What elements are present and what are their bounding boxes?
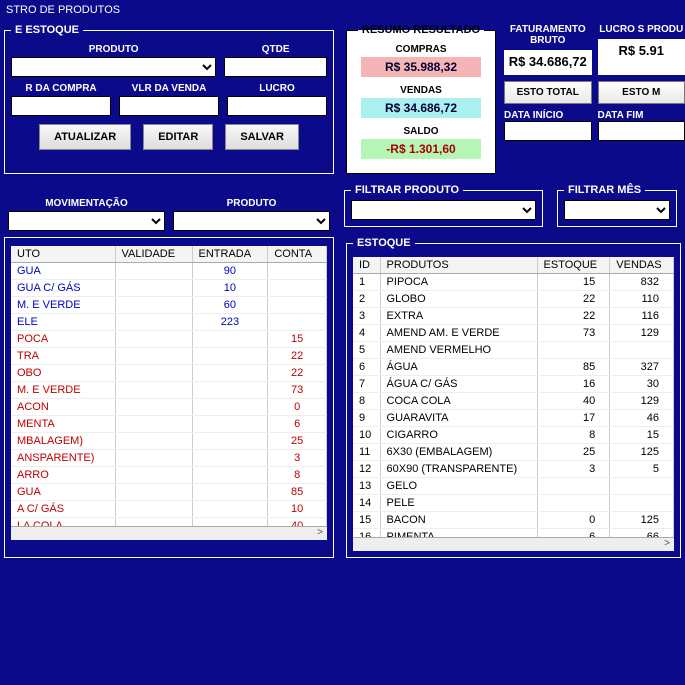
table-row[interactable]: GUA90 (11, 263, 327, 280)
table-row[interactable]: 116X30 (EMBALAGEM)25125 (353, 444, 674, 461)
estoque-table-legend: ESTOQUE (353, 237, 415, 249)
data-inicio-label: DATA INÍCIO (504, 110, 592, 121)
qtde-input[interactable] (224, 57, 327, 77)
esto-m-button[interactable]: ESTO M (598, 81, 685, 104)
estoque-legend: E ESTOQUE (11, 24, 83, 36)
compras-table: UTOVALIDADEENTRADACONTA GUA90GUA C/ GÁS1… (11, 246, 327, 526)
produto-label: PRODUTO (89, 44, 139, 55)
table-row[interactable]: 6ÁGUA85327 (353, 359, 674, 376)
mov-select[interactable] (8, 211, 165, 231)
table-header[interactable]: VENDAS (610, 257, 674, 274)
filtrar-produto-select[interactable] (351, 200, 536, 220)
data-inicio-input[interactable] (504, 121, 592, 141)
table-row[interactable]: ELE223 (11, 314, 327, 331)
table-row[interactable]: M. E VERDE73 (11, 382, 327, 399)
table-row[interactable]: 4AMEND AM. E VERDE73129 (353, 325, 674, 342)
table-row[interactable]: 2GLOBO22110 (353, 291, 674, 308)
compras-value: R$ 35.988,32 (361, 57, 481, 77)
saldo-label: SALDO (353, 126, 489, 137)
resumo-fieldset: RESUMO RESULTADO COMPRAS R$ 35.988,32 VE… (346, 24, 496, 174)
table-row[interactable]: GUA C/ GÁS10 (11, 280, 327, 297)
vendas-value: R$ 34.686,72 (361, 98, 481, 118)
filtrar-mes-select[interactable] (564, 200, 670, 220)
produto-select[interactable] (11, 57, 216, 77)
resumo-legend: RESUMO RESULTADO (358, 24, 484, 36)
venda-label: VLR DA VENDA (132, 83, 207, 94)
stats-panel: FATURAMENTO BRUTO R$ 34.686,72 LUCRO S P… (504, 20, 685, 178)
data-fim-input[interactable] (598, 121, 685, 141)
compras-label: COMPRAS (353, 44, 489, 55)
table-row[interactable]: 7ÁGUA C/ GÁS1630 (353, 376, 674, 393)
table-row[interactable]: 10CIGARRO815 (353, 427, 674, 444)
data-fim-label: DATA FIM (598, 110, 685, 121)
salvar-button[interactable]: SALVAR (225, 124, 299, 150)
saldo-value: -R$ 1.301,60 (361, 139, 481, 159)
table-row[interactable]: 9GUARAVITA1746 (353, 410, 674, 427)
esto-total-button[interactable]: ESTO TOTAL (504, 81, 592, 104)
table-row[interactable]: ARRO8 (11, 467, 327, 484)
table-row[interactable]: 8COCA COLA40129 (353, 393, 674, 410)
table-header[interactable]: CONTA (268, 246, 327, 263)
table-header[interactable]: PRODUTOS (380, 257, 537, 274)
venda-input[interactable] (119, 96, 219, 116)
compras-table-wrap[interactable]: UTOVALIDADEENTRADACONTA GUA90GUA C/ GÁS1… (11, 246, 327, 526)
table-header[interactable]: ID (353, 257, 380, 274)
table-header[interactable]: ENTRADA (192, 246, 268, 263)
produto-filter-select[interactable] (173, 211, 330, 231)
lucro-label: LUCRO (259, 83, 295, 94)
table-row[interactable]: M. E VERDE60 (11, 297, 327, 314)
table-row[interactable]: 14PELE (353, 495, 674, 512)
editar-button[interactable]: EDITAR (143, 124, 213, 150)
table-row[interactable]: 5AMEND VERMELHO (353, 342, 674, 359)
filtrar-mes-fieldset: FILTRAR MÊS (557, 184, 677, 227)
h-scrollbar[interactable] (11, 526, 327, 540)
table-row[interactable]: ACON0 (11, 399, 327, 416)
estoque-table-fieldset: ESTOQUE IDPRODUTOSESTOQUEVENDAS 1PIPOCA1… (346, 237, 681, 558)
table-row[interactable]: 16PIMENTA666 (353, 529, 674, 538)
table-row[interactable]: GUA85 (11, 484, 327, 501)
table-row[interactable]: 15BACON0125 (353, 512, 674, 529)
filtrar-produto-legend: FILTRAR PRODUTO (351, 184, 463, 196)
table-row[interactable]: TRA22 (11, 348, 327, 365)
table-header[interactable]: VALIDADE (115, 246, 192, 263)
lucro-input[interactable] (227, 96, 327, 116)
compras-fieldset: UTOVALIDADEENTRADACONTA GUA90GUA C/ GÁS1… (4, 237, 334, 558)
estoque-table-wrap[interactable]: IDPRODUTOSESTOQUEVENDAS 1PIPOCA158322GLO… (353, 257, 674, 537)
estoque-fieldset: E ESTOQUE PRODUTO QTDE R DA COMPRA VLR D… (4, 24, 334, 174)
qtde-label: QTDE (262, 44, 290, 55)
faturamento-label: FATURAMENTO BRUTO (504, 20, 592, 50)
table-row[interactable]: 3EXTRA22116 (353, 308, 674, 325)
compra-input[interactable] (11, 96, 111, 116)
table-row[interactable]: 13GELO (353, 478, 674, 495)
table-row[interactable]: 1PIPOCA15832 (353, 274, 674, 291)
atualizar-button[interactable]: ATUALIZAR (39, 124, 131, 150)
lucro-card-value: R$ 5.91 (618, 43, 664, 58)
vendas-label: VENDAS (353, 85, 489, 96)
table-row[interactable]: ANSPARENTE)3 (11, 450, 327, 467)
table-row[interactable]: OBO22 (11, 365, 327, 382)
filtrar-produto-fieldset: FILTRAR PRODUTO (344, 184, 543, 227)
table-row[interactable]: A C/ GÁS10 (11, 501, 327, 518)
table-row[interactable]: LA COLA40 (11, 518, 327, 527)
lucro-card: LUCRO S PRODU R$ 5.91 (598, 20, 685, 75)
estoque-table: IDPRODUTOSESTOQUEVENDAS 1PIPOCA158322GLO… (353, 257, 674, 537)
filtrar-mes-legend: FILTRAR MÊS (564, 184, 645, 196)
lucro-card-label: LUCRO S PRODU (598, 20, 685, 39)
table-row[interactable]: MENTA6 (11, 416, 327, 433)
mov-label: MOVIMENTAÇÃO (8, 198, 165, 209)
table-row[interactable]: POCA15 (11, 331, 327, 348)
table-header[interactable]: UTO (11, 246, 115, 263)
table-row[interactable]: 1260X90 (TRANSPARENTE)35 (353, 461, 674, 478)
faturamento-card: FATURAMENTO BRUTO R$ 34.686,72 (504, 20, 592, 75)
compra-label: R DA COMPRA (25, 83, 96, 94)
table-row[interactable]: MBALAGEM)25 (11, 433, 327, 450)
table-header[interactable]: ESTOQUE (537, 257, 610, 274)
faturamento-value: R$ 34.686,72 (509, 54, 587, 69)
produto-filter-label: PRODUTO (173, 198, 330, 209)
h-scrollbar-2[interactable] (353, 537, 674, 551)
window-title: STRO DE PRODUTOS (0, 0, 685, 20)
